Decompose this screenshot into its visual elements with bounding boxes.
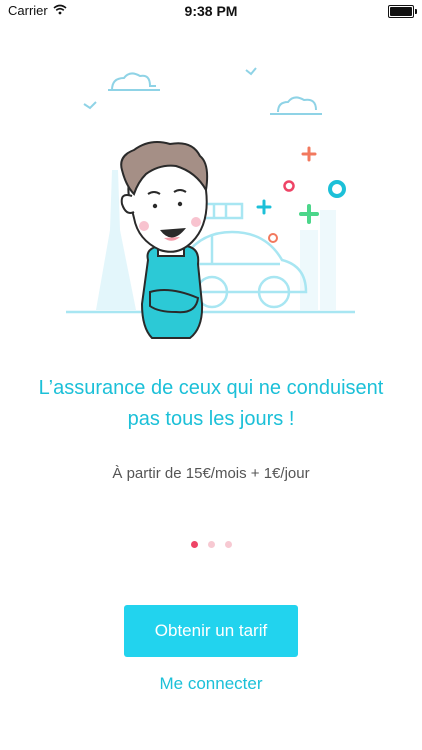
- get-quote-button[interactable]: Obtenir un tarif: [124, 605, 298, 657]
- ring-icon: [328, 180, 346, 198]
- page-dot-1[interactable]: [190, 541, 198, 548]
- page-indicator[interactable]: [0, 541, 422, 548]
- page-dot-3[interactable]: [224, 541, 232, 548]
- onboarding-illustration: [66, 67, 355, 339]
- ring-icon: [268, 233, 278, 243]
- building: [300, 230, 318, 310]
- pricing-subtitle: À partir de 15€/mois + 1€/jour: [112, 465, 310, 482]
- plus-icon: [301, 146, 317, 162]
- status-bar: Carrier 9:38 PM: [0, 0, 422, 22]
- cloud-icon: [108, 72, 160, 91]
- battery-icon: [388, 5, 417, 18]
- onboarding-headline: L’assurance de ceux qui ne conduisent pa…: [38, 377, 384, 430]
- plus-icon: [299, 204, 319, 224]
- building: [320, 210, 336, 310]
- bird-icon: [245, 67, 257, 76]
- page-dot-2[interactable]: [207, 541, 215, 548]
- ring-icon: [283, 180, 295, 192]
- cloud-icon: [270, 96, 322, 115]
- login-link[interactable]: Me connecter: [0, 674, 422, 694]
- bird-icon: [83, 101, 97, 110]
- clock: 9:38 PM: [184, 3, 238, 19]
- plus-icon: [256, 199, 272, 215]
